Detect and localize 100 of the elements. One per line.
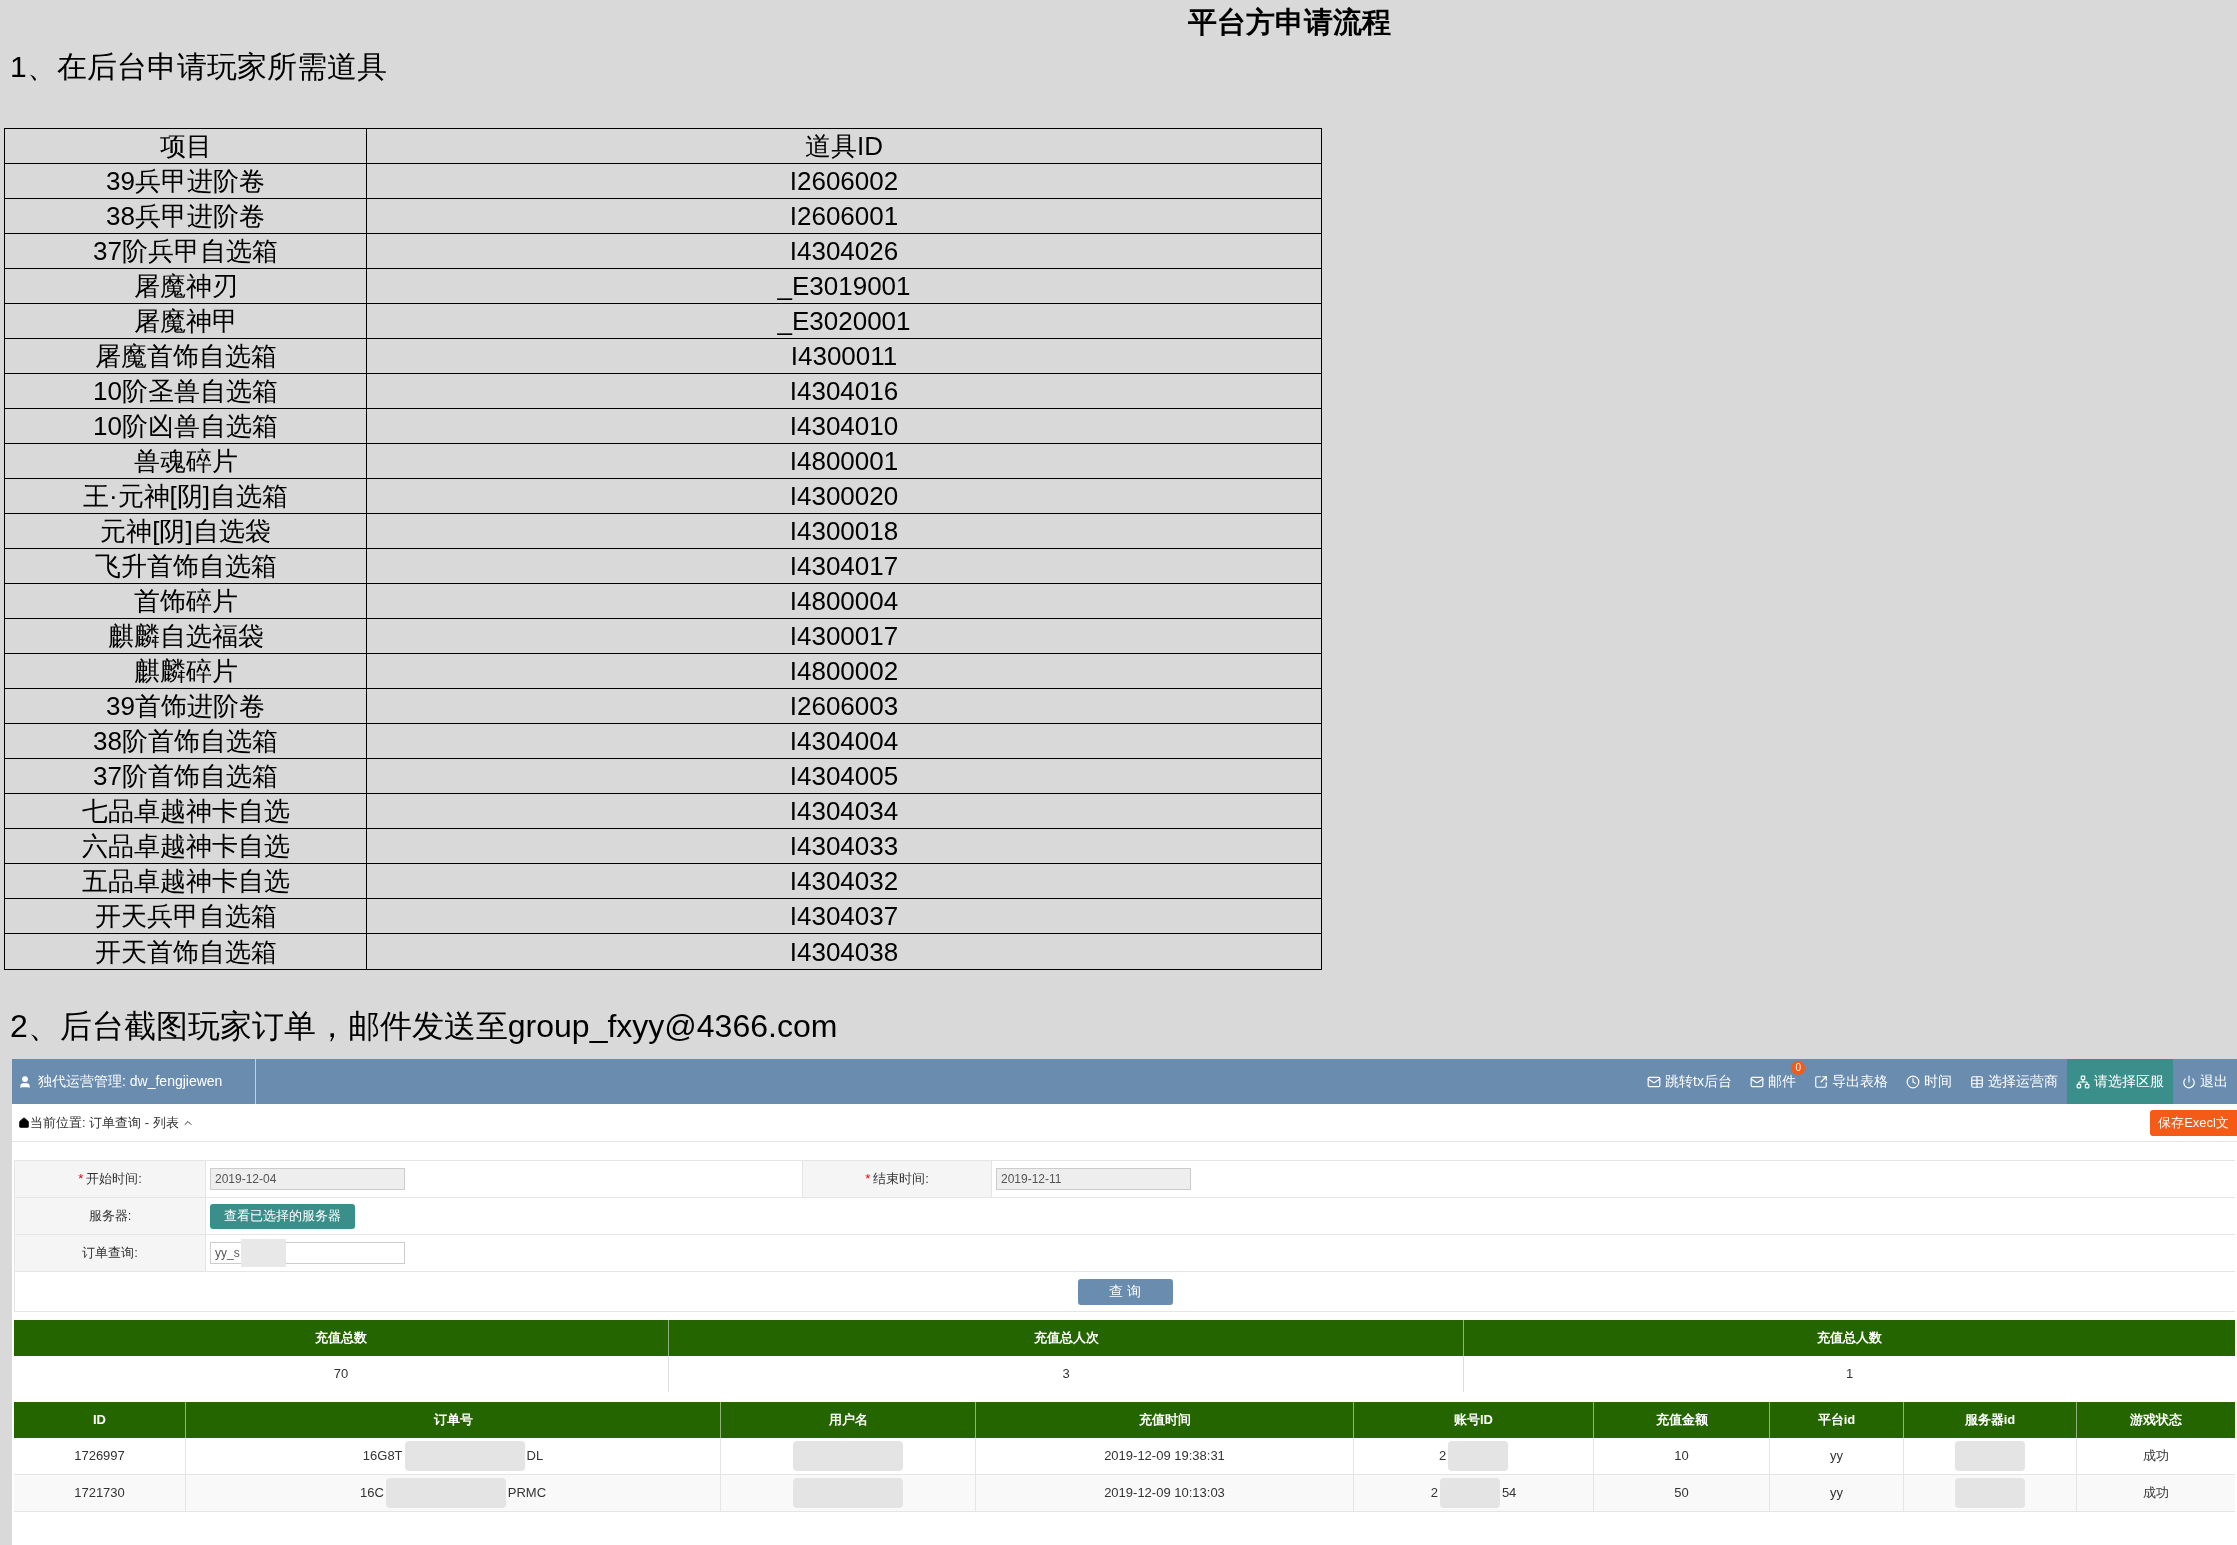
- table-cell-text: I4304034: [788, 795, 900, 828]
- notification-badge: 0: [1791, 1061, 1805, 1075]
- blurred-region: [1448, 1441, 1509, 1471]
- column-header: 项目: [5, 129, 367, 163]
- account-id-fragment: 2: [1438, 1447, 1447, 1466]
- table-cell: 元神[阴]自选袋: [5, 514, 367, 548]
- nav-item[interactable]: 时间: [1897, 1059, 1961, 1104]
- table-cell-text: I2606002: [788, 165, 900, 198]
- table-cell-text: I4800001: [788, 445, 900, 478]
- table-cell: 10阶圣兽自选箱: [5, 374, 367, 408]
- nav-item[interactable]: 请选择区服: [2067, 1059, 2173, 1104]
- nav-item[interactable]: 跳转tx后台: [1638, 1059, 1741, 1104]
- column-header: 充值总人数: [1816, 1329, 1883, 1348]
- table-cell: 麒麟碎片: [5, 654, 367, 688]
- mail-icon: [1647, 1074, 1662, 1089]
- table-cell: 1726997: [14, 1438, 186, 1474]
- breadcrumb: 当前位置: 订单查询 - 列表: [30, 1113, 179, 1132]
- column-header: 充值总人次: [669, 1320, 1464, 1356]
- table-cell-text: I4800004: [788, 585, 900, 618]
- table-cell: 37阶兵甲自选箱: [5, 234, 367, 268]
- table-cell: 六品卓越神卡自选: [5, 829, 367, 863]
- table-cell: 39首饰进阶卷: [5, 689, 367, 723]
- table-cell: 37阶首饰自选箱: [5, 759, 367, 793]
- table-cell-text: I4304010: [788, 410, 900, 443]
- table-cell: 50: [1594, 1475, 1770, 1511]
- nav-item[interactable]: 选择运营商: [1961, 1059, 2067, 1104]
- order-number-fragment: 16C: [359, 1484, 384, 1503]
- section-heading: 1、在后台申请玩家所需道具: [10, 48, 387, 85]
- view-servers-button[interactable]: 查看已选择的服务器: [210, 1203, 355, 1229]
- table-cell: 屠魔神甲: [5, 304, 367, 338]
- table-cell: 10: [1594, 1438, 1770, 1474]
- table-cell-text: I4304004: [788, 725, 900, 758]
- column-header: 游戏状态: [2129, 1411, 2183, 1430]
- table-cell-text: I2606003: [788, 690, 900, 723]
- table-cell: yy: [1770, 1475, 1904, 1511]
- table-cell-text: _E3019001: [776, 270, 912, 303]
- table-cell: yy: [1770, 1438, 1904, 1474]
- order-number-fragment: PRMC: [507, 1484, 547, 1503]
- table-cell: 3: [669, 1356, 1464, 1392]
- table-icon: [1970, 1074, 1984, 1089]
- end-date-field[interactable]: 2019-12-11: [996, 1168, 1191, 1190]
- table-cell-text: I4304032: [788, 865, 900, 898]
- share-icon: [1814, 1074, 1828, 1089]
- table-cell-text: I4304026: [788, 235, 900, 268]
- order-number-fragment: DL: [526, 1447, 544, 1466]
- nav-item[interactable]: 导出表格: [1805, 1059, 1897, 1104]
- table-cell: 10阶凶兽自选箱: [5, 409, 367, 443]
- column-header: 道具ID: [804, 130, 884, 163]
- table-cell: 39兵甲进阶卷: [5, 164, 367, 198]
- form-label: * 结束时间:: [802, 1161, 992, 1197]
- table-cell: 2019-12-09 10:13:03: [976, 1475, 1354, 1511]
- table-cell-text: _E3020001: [776, 305, 912, 338]
- sitemap-icon: [2076, 1074, 2090, 1089]
- nav-item[interactable]: 退出: [2173, 1059, 2237, 1104]
- table-cell-text: I4304037: [788, 900, 900, 933]
- table-cell: 五品卓越神卡自选: [5, 864, 367, 898]
- column-header: 充值总数: [14, 1320, 669, 1356]
- user-icon: [18, 1074, 32, 1089]
- table-cell: 屠魔首饰自选箱: [5, 339, 367, 373]
- table-cell: 2019-12-09 19:38:31: [976, 1438, 1354, 1474]
- table-cell-text: I4300018: [788, 515, 900, 548]
- table-cell: 王·元神[阴]自选箱: [5, 479, 367, 513]
- table-cell: 38兵甲进阶卷: [5, 199, 367, 233]
- table-cell: 首饰碎片: [5, 584, 367, 618]
- table-cell: 麒麟自选福袋: [5, 619, 367, 653]
- order-search-field[interactable]: yy_s: [210, 1242, 405, 1264]
- table-cell-text: I4300011: [789, 340, 899, 373]
- query-button[interactable]: 查 询: [1077, 1278, 1173, 1305]
- table-cell-text: I4300020: [788, 480, 900, 513]
- page-title: 平台方申请流程: [1188, 4, 1391, 40]
- table-cell-text: 成功: [2142, 1484, 2170, 1503]
- table-cell-text: I4304016: [788, 375, 900, 408]
- start-date-field[interactable]: 2019-12-04: [210, 1168, 405, 1190]
- table-cell-text: I4304017: [788, 550, 900, 583]
- table-cell-text: I4300017: [788, 620, 900, 653]
- user-label: 独代运营管理: dw_fengjiewen: [38, 1072, 223, 1091]
- table-cell-text: 1: [1844, 1365, 1855, 1384]
- nav-item[interactable]: 邮件 0: [1741, 1059, 1805, 1104]
- form-label: 服务器:: [14, 1198, 206, 1234]
- power-icon: [2182, 1074, 2196, 1089]
- account-id-fragment: 54: [1501, 1484, 1517, 1503]
- table-cell: 38阶首饰自选箱: [5, 724, 367, 758]
- table-cell: 七品卓越神卡自选: [5, 794, 367, 828]
- clock-icon: [1906, 1074, 1920, 1089]
- table-cell-text: I4304033: [788, 830, 900, 863]
- table-cell-text: I4304005: [788, 760, 900, 793]
- table-cell: 兽魂碎片: [5, 444, 367, 478]
- table-cell-text: I2606001: [788, 200, 900, 233]
- order-number-fragment: 16G8T: [362, 1447, 403, 1466]
- blurred-region: [1955, 1441, 2025, 1471]
- table-cell-text: I4304038: [788, 935, 900, 969]
- save-excel-button[interactable]: 保存Execl文: [2150, 1109, 2237, 1136]
- table-cell-text: 成功: [2142, 1447, 2170, 1466]
- table-cell: 开天兵甲自选箱: [5, 899, 367, 933]
- table-cell: 飞升首饰自选箱: [5, 549, 367, 583]
- table-cell: 1721730: [14, 1475, 186, 1511]
- table-cell-text: I4800002: [788, 655, 900, 688]
- table-cell: 70: [14, 1356, 669, 1392]
- form-label: * 开始时间:: [14, 1161, 206, 1197]
- mail-icon: [1750, 1074, 1764, 1089]
